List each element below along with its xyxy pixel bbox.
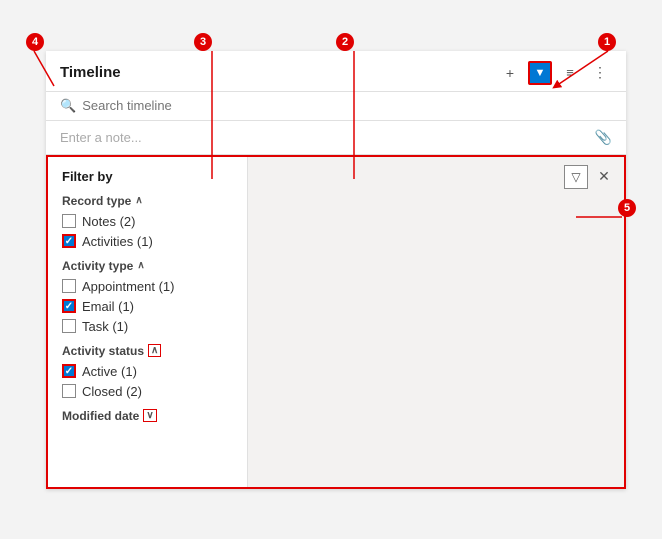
closed-label: Closed (2) [82, 384, 142, 399]
email-label: Email (1) [82, 299, 134, 314]
timeline-header: Timeline + ▼ ≡ ⋮ [46, 51, 626, 92]
annotation-5: 5 [618, 199, 636, 217]
filter-panel-title: Filter by [62, 169, 233, 184]
page-wrapper: 4 3 2 1 5 Timeline + ▼ ≡ ⋮ [16, 31, 646, 509]
filter-funnel-icon: ▽ [571, 170, 580, 184]
closed-checkbox[interactable] [62, 384, 76, 398]
columns-icon: ≡ [566, 65, 574, 80]
activity-status-label: Activity status [62, 344, 144, 358]
search-bar: 🔍 [46, 92, 626, 121]
record-type-label: Record type [62, 194, 131, 208]
task-filter-item: Task (1) [62, 319, 233, 334]
annotation-1: 1 [598, 33, 616, 51]
note-input-row: Enter a note... 📎 [46, 121, 626, 155]
filter-button[interactable]: ▼ [528, 61, 552, 85]
close-icon: ✕ [598, 168, 610, 185]
activity-type-chevron: ∧ [137, 260, 144, 271]
active-label: Active (1) [82, 364, 137, 379]
record-type-section-header[interactable]: Record type ∧ [62, 194, 233, 208]
timeline-actions: + ▼ ≡ ⋮ [498, 61, 612, 85]
record-type-chevron: ∧ [135, 195, 142, 206]
activity-status-section-header[interactable]: Activity status ∧ [62, 344, 233, 358]
paperclip-icon: 📎 [595, 129, 612, 146]
task-label: Task (1) [82, 319, 128, 334]
modified-date-label: Modified date [62, 409, 139, 423]
filter-panel: Filter by Record type ∧ Notes (2) Activi… [48, 157, 248, 487]
email-checkbox[interactable] [62, 299, 76, 313]
search-icon: 🔍 [60, 98, 76, 114]
activity-status-chevron: ∧ [148, 344, 161, 357]
modified-date-section-header[interactable]: Modified date ∨ [62, 409, 233, 423]
plus-icon: + [506, 65, 514, 81]
add-button[interactable]: + [498, 61, 522, 85]
modified-date-chevron: ∨ [143, 409, 156, 422]
note-placeholder-text: Enter a note... [60, 130, 142, 145]
right-panel: ▽ ✕ [248, 157, 624, 487]
task-checkbox[interactable] [62, 319, 76, 333]
columns-button[interactable]: ≡ [558, 61, 582, 85]
notes-checkbox[interactable] [62, 214, 76, 228]
activity-type-label: Activity type [62, 259, 133, 273]
panel-top-right-actions: ▽ ✕ [564, 165, 616, 189]
timeline-title: Timeline [60, 64, 121, 81]
activities-checkbox[interactable] [62, 234, 76, 248]
email-filter-item: Email (1) [62, 299, 233, 314]
annotation-2: 2 [336, 33, 354, 51]
search-input[interactable] [82, 98, 612, 113]
active-checkbox[interactable] [62, 364, 76, 378]
timeline-widget: Timeline + ▼ ≡ ⋮ 🔍 Ent [46, 51, 626, 489]
notes-label: Notes (2) [82, 214, 135, 229]
annotation-3: 3 [194, 33, 212, 51]
activities-label: Activities (1) [82, 234, 153, 249]
activities-filter-item: Activities (1) [62, 234, 233, 249]
annotation-4: 4 [26, 33, 44, 51]
more-button[interactable]: ⋮ [588, 61, 612, 85]
more-icon: ⋮ [593, 64, 607, 81]
close-filter-button[interactable]: ✕ [592, 165, 616, 189]
appointment-checkbox[interactable] [62, 279, 76, 293]
closed-filter-item: Closed (2) [62, 384, 233, 399]
appointment-filter-item: Appointment (1) [62, 279, 233, 294]
active-filter-item: Active (1) [62, 364, 233, 379]
appointment-label: Appointment (1) [82, 279, 175, 294]
filter-icon-box[interactable]: ▽ [564, 165, 588, 189]
panel-area: Filter by Record type ∧ Notes (2) Activi… [46, 155, 626, 489]
activity-type-section-header[interactable]: Activity type ∧ [62, 259, 233, 273]
notes-filter-item: Notes (2) [62, 214, 233, 229]
filter-icon: ▼ [535, 67, 546, 79]
